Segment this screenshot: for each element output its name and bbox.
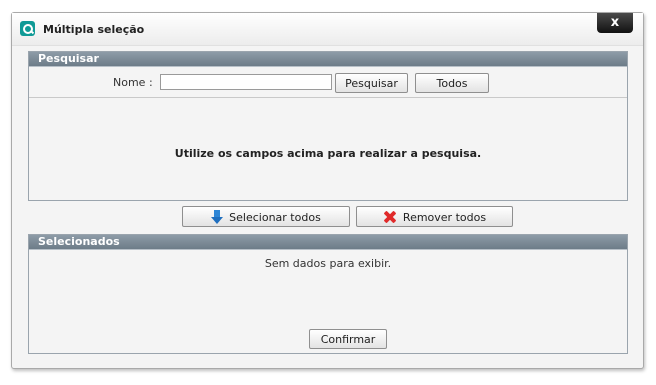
select-all-label: Selecionar todos: [229, 211, 321, 224]
search-button[interactable]: Pesquisar: [335, 73, 408, 93]
select-all-button[interactable]: Selecionar todos: [182, 206, 350, 227]
all-button[interactable]: Todos: [415, 73, 489, 93]
multi-select-dialog: Múltipla seleção x Pesquisar Nome : Pesq…: [11, 12, 644, 369]
title-bar: Múltipla seleção x: [12, 13, 643, 46]
search-panel: Pesquisar Nome : Pesquisar Todos Utilize…: [28, 51, 628, 201]
selected-panel: Selecionados Sem dados para exibir. Conf…: [28, 234, 628, 354]
selected-panel-title: Selecionados: [38, 235, 120, 248]
red-x-icon: [383, 210, 397, 224]
search-hint: Utilize os campos acima para realizar a …: [174, 147, 482, 160]
close-button[interactable]: x: [597, 13, 633, 33]
app-logo-icon: [20, 21, 35, 36]
search-panel-title: Pesquisar: [38, 52, 99, 65]
name-label: Nome :: [113, 76, 153, 89]
confirm-button[interactable]: Confirmar: [309, 329, 387, 349]
remove-all-label: Remover todos: [402, 211, 487, 224]
search-row: Nome : Pesquisar Todos: [29, 67, 627, 98]
name-input[interactable]: [160, 74, 332, 90]
selected-panel-header: Selecionados: [29, 235, 627, 250]
dialog-title: Múltipla seleção: [43, 23, 145, 36]
remove-all-button[interactable]: Remover todos: [356, 206, 513, 227]
empty-message: Sem dados para exibir.: [264, 257, 392, 270]
search-panel-header: Pesquisar: [29, 52, 627, 67]
arrow-down-icon: [211, 210, 224, 224]
